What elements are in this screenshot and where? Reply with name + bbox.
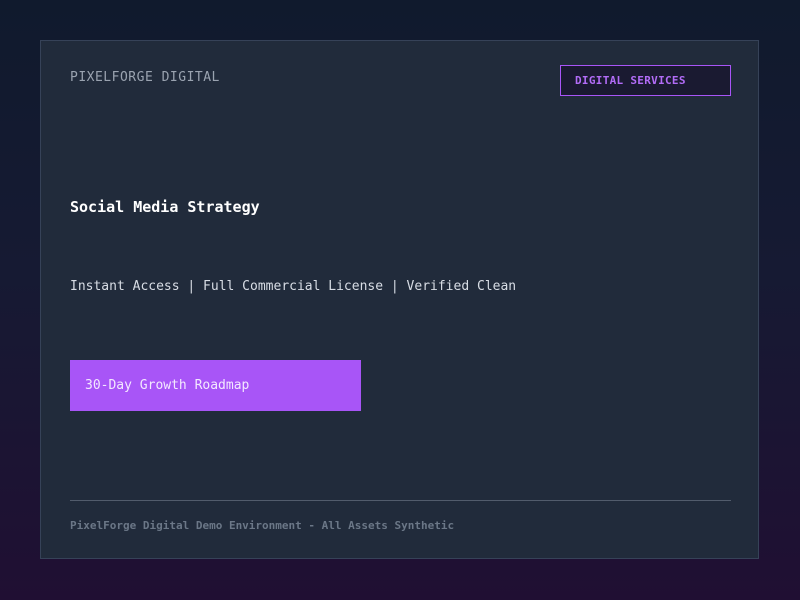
footer-text: PixelForge Digital Demo Environment - Al… bbox=[70, 519, 455, 532]
feature-list: Instant Access | Full Commercial License… bbox=[70, 279, 517, 294]
page-title: Social Media Strategy bbox=[70, 198, 260, 216]
product-card: PIXELFORGE DIGITAL DIGITAL SERVICES Soci… bbox=[40, 40, 759, 559]
digital-services-badge[interactable]: DIGITAL SERVICES bbox=[560, 65, 731, 96]
footer-divider bbox=[70, 500, 731, 501]
brand-name: PIXELFORGE DIGITAL bbox=[70, 70, 220, 85]
growth-roadmap-button[interactable]: 30-Day Growth Roadmap bbox=[70, 360, 361, 411]
